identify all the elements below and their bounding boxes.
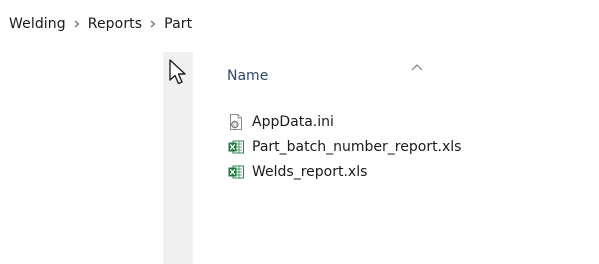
file-list: AppData.ini Part_batch_number_report.xls…: [227, 109, 461, 184]
column-header-name[interactable]: Name: [227, 68, 268, 84]
breadcrumb-item-welding[interactable]: Welding: [9, 16, 66, 32]
ini-settings-file-icon: [227, 113, 245, 131]
excel-file-icon: [227, 163, 245, 181]
file-name: Part_batch_number_report.xls: [252, 138, 462, 155]
breadcrumb: Welding Reports Part: [9, 14, 192, 34]
chevron-right-icon: [142, 14, 164, 34]
file-name: AppData.ini: [252, 113, 334, 130]
chevron-right-icon: [66, 14, 88, 34]
file-item-welds-report[interactable]: Welds_report.xls: [227, 159, 461, 184]
breadcrumb-item-reports[interactable]: Reports: [88, 16, 142, 32]
excel-file-icon: [227, 138, 245, 156]
sort-ascending-caret-icon: [411, 56, 423, 71]
file-item-part-batch-number-report[interactable]: Part_batch_number_report.xls: [227, 134, 461, 159]
breadcrumb-item-part[interactable]: Part: [164, 16, 192, 32]
mouse-cursor-icon: [168, 58, 190, 88]
file-item-appdata-ini[interactable]: AppData.ini: [227, 109, 461, 134]
file-name: Welds_report.xls: [252, 163, 368, 180]
